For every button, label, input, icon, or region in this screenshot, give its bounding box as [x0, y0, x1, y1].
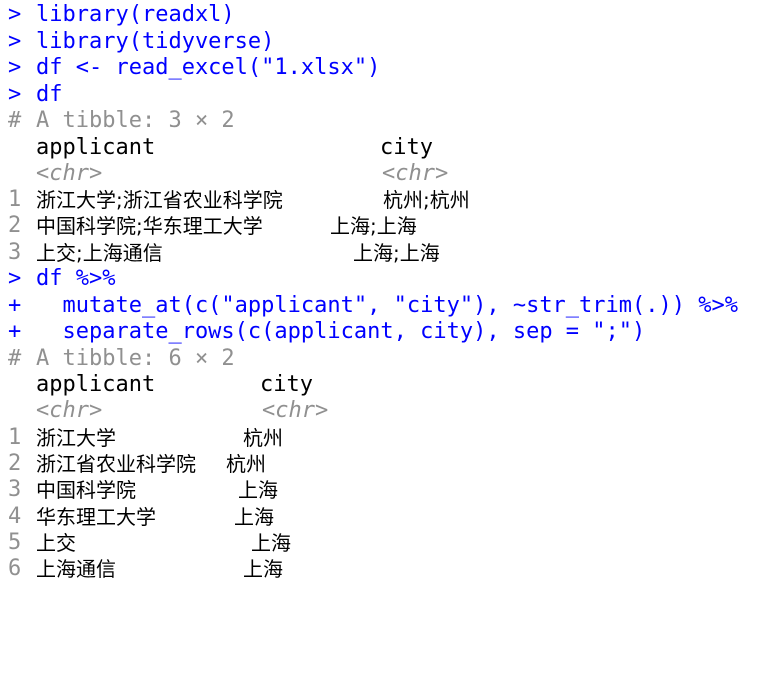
- table-row: 2 中国科学院;华东理工大学 上海;上海: [8, 213, 748, 239]
- prompt-symbol: >: [8, 55, 22, 80]
- console-input-line: > library(tidyverse): [8, 29, 274, 55]
- column-name-city: city: [260, 372, 313, 397]
- cell-applicant: 中国科学院: [36, 478, 136, 502]
- table-row: 1 浙江大学 杭州: [8, 425, 748, 451]
- table-row: 3 上交;上海通信 上海;上海: [8, 240, 748, 266]
- cell-applicant: 中国科学院;华东理工大学: [36, 214, 263, 238]
- column-names-row: applicant city: [8, 135, 748, 161]
- cell-city: 杭州: [243, 426, 283, 450]
- column-name-city: city: [380, 135, 433, 160]
- cell-applicant: 浙江省农业科学院: [36, 452, 196, 476]
- column-type-city: <chr>: [262, 398, 329, 423]
- console-input-line: > df: [8, 82, 63, 108]
- cell-applicant: 上海通信: [36, 557, 116, 581]
- command-text: df %>%: [36, 266, 116, 291]
- command-text: library(tidyverse): [36, 29, 275, 54]
- column-type-applicant: <chr>: [36, 161, 103, 186]
- cell-city: 杭州: [226, 452, 266, 476]
- cell-applicant: 上交: [36, 531, 76, 555]
- row-number: 2: [8, 451, 22, 476]
- prompt-symbol: >: [8, 82, 22, 107]
- table-row: 2 浙江省农业科学院 杭州: [8, 451, 748, 477]
- column-name-applicant: applicant: [36, 372, 156, 397]
- console-input-line: > df <- read_excel("1.xlsx"): [8, 55, 380, 81]
- tibble-dimensions: A tibble: 6 × 2: [36, 346, 235, 371]
- tibble-header: # A tibble: 3 × 2: [8, 108, 235, 134]
- console-continuation-line: + separate_rows(c(applicant, city), sep …: [8, 319, 645, 345]
- row-number: 5: [8, 530, 22, 555]
- command-text: df: [36, 82, 63, 107]
- column-types-row: <chr> <chr>: [8, 398, 748, 424]
- continuation-symbol: +: [8, 319, 22, 344]
- column-type-city: <chr>: [382, 161, 449, 186]
- comment-symbol: #: [8, 108, 22, 133]
- row-number: 2: [8, 213, 22, 238]
- cell-city: 上海: [234, 505, 274, 529]
- column-types-row: <chr> <chr>: [8, 161, 748, 187]
- table-row: 1 浙江大学;浙江省农业科学院 杭州;杭州: [8, 187, 748, 213]
- cell-applicant: 浙江大学;浙江省农业科学院: [36, 188, 283, 212]
- cell-city: 上海: [251, 531, 291, 555]
- cell-city: 上海;上海: [330, 214, 417, 238]
- row-number: 1: [8, 187, 22, 212]
- continuation-symbol: +: [8, 293, 22, 318]
- tibble-dimensions: A tibble: 3 × 2: [36, 108, 235, 133]
- cell-city: 杭州;杭州: [383, 188, 470, 212]
- prompt-symbol: >: [8, 266, 22, 291]
- command-text: df <- read_excel("1.xlsx"): [36, 55, 381, 80]
- table-row: 4 华东理工大学 上海: [8, 504, 748, 530]
- row-number: 3: [8, 240, 22, 265]
- console-input-line: > df %>%: [8, 266, 115, 292]
- command-text: library(readxl): [36, 2, 235, 27]
- column-type-applicant: <chr>: [36, 398, 103, 423]
- table-row: 5 上交 上海: [8, 530, 748, 556]
- row-number: 3: [8, 477, 22, 502]
- row-number: 4: [8, 504, 22, 529]
- console-continuation-line: + mutate_at(c("applicant", "city"), ~str…: [8, 293, 738, 319]
- cell-city: 上海;上海: [353, 241, 440, 265]
- prompt-symbol: >: [8, 29, 22, 54]
- column-name-applicant: applicant: [36, 135, 156, 160]
- cell-city: 上海: [243, 557, 283, 581]
- cell-applicant: 上交;上海通信: [36, 241, 163, 265]
- cell-applicant: 华东理工大学: [36, 505, 156, 529]
- table-row: 6 上海通信 上海: [8, 556, 748, 582]
- column-names-row: applicant city: [8, 372, 748, 398]
- row-number: 1: [8, 425, 22, 450]
- prompt-symbol: >: [8, 2, 22, 27]
- row-number: 6: [8, 556, 22, 581]
- cell-applicant: 浙江大学: [36, 426, 116, 450]
- command-text: mutate_at(c("applicant", "city"), ~str_t…: [36, 293, 738, 318]
- cell-city: 上海: [238, 478, 278, 502]
- command-text: separate_rows(c(applicant, city), sep = …: [36, 319, 646, 344]
- comment-symbol: #: [8, 346, 22, 371]
- console-input-line: > library(readxl): [8, 2, 235, 28]
- tibble-header: # A tibble: 6 × 2: [8, 346, 235, 372]
- r-console[interactable]: > library(readxl) > library(tidyverse) > df…: [0, 0, 771, 586]
- table-row: 3 中国科学院 上海: [8, 477, 748, 503]
